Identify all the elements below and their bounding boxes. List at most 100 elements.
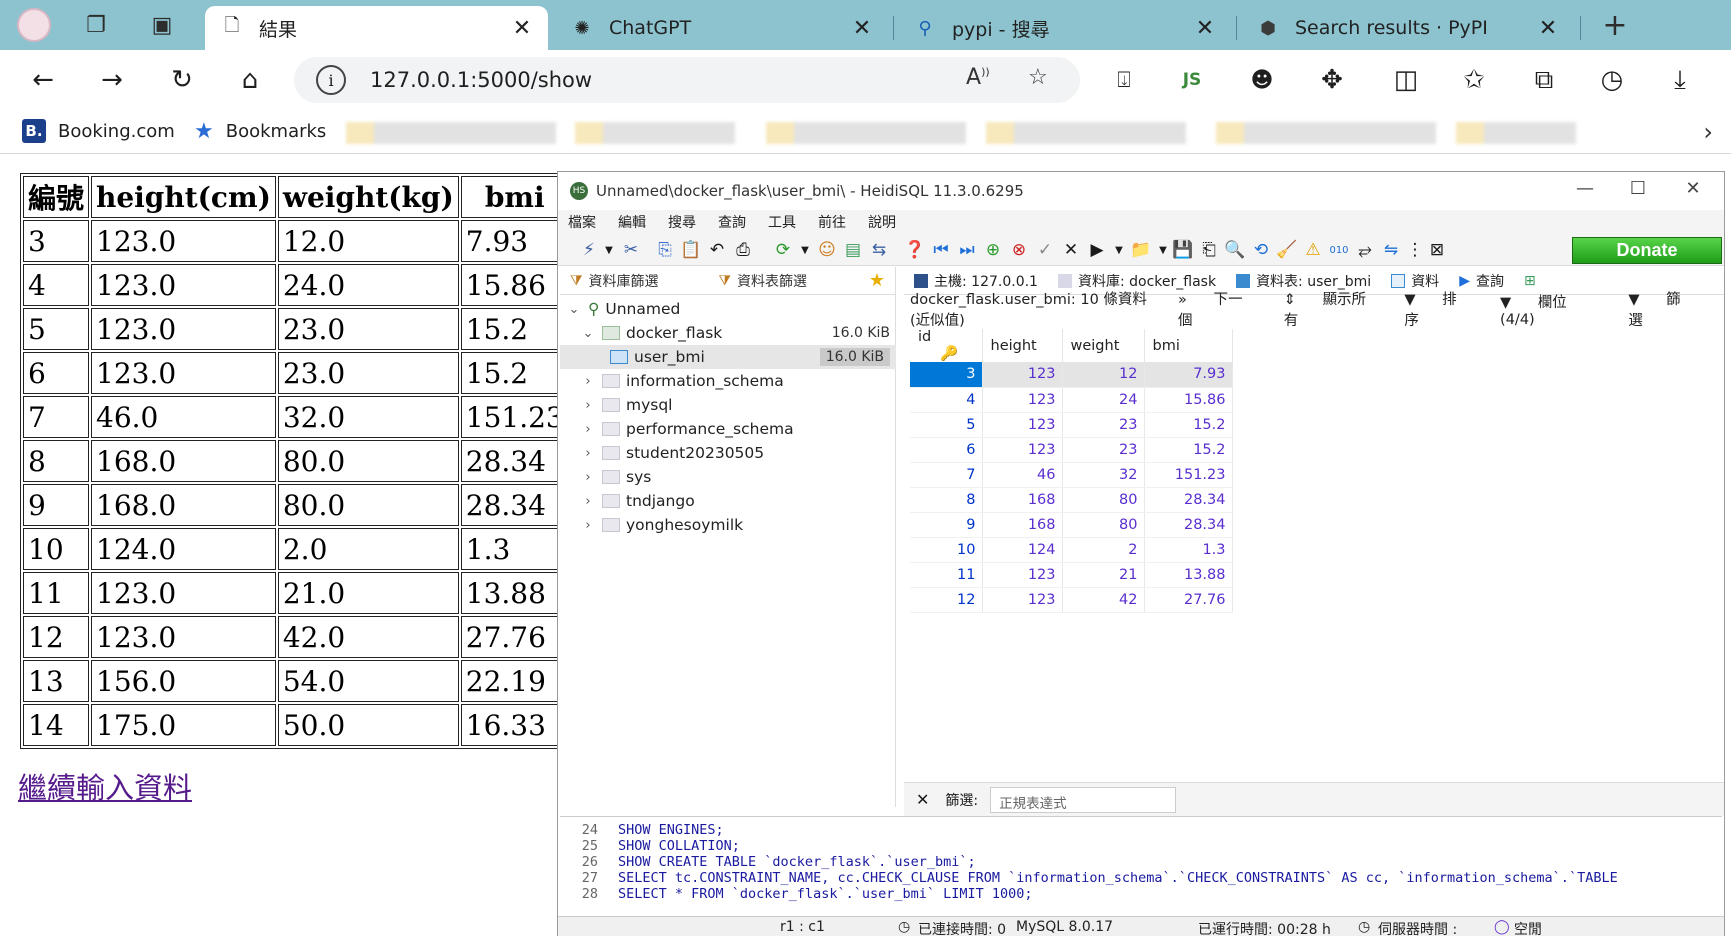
grid-cell[interactable]: 5	[910, 412, 983, 438]
dropdown-icon[interactable]: ▼	[1108, 240, 1130, 260]
grid-cell[interactable]: 9	[910, 512, 983, 538]
grid-row[interactable]: 3 123 12 7.93	[910, 362, 1233, 388]
menu-tools[interactable]: 工具	[768, 212, 796, 232]
grid-cell[interactable]: 11	[910, 562, 983, 588]
undo-icon[interactable]: ↶	[706, 240, 728, 260]
import-icon[interactable]: ▤	[842, 240, 864, 260]
address-bar[interactable]: i 127.0.0.1:5000/show A)) ☆	[294, 57, 1080, 103]
grid-cell[interactable]: 24	[1062, 387, 1145, 413]
grid-cell[interactable]: 123	[982, 387, 1063, 413]
grid-cell[interactable]: 168	[982, 512, 1063, 538]
grid-header-weight[interactable]: weight	[1062, 329, 1145, 362]
grid-row[interactable]: 4 123 24 15.86	[910, 387, 1233, 413]
grid-row[interactable]: 7 46 32 151.23	[910, 462, 1233, 488]
refresh-icon[interactable]: ↻	[160, 58, 204, 102]
sql-log-panel[interactable]: 24 SHOW ENGINES; 25 SHOW COLLATION; 26 SHOW…	[560, 816, 1722, 908]
dropdown-icon[interactable]: ▼	[598, 240, 620, 260]
regex-filter-input[interactable]: 正規表達式	[990, 786, 1177, 813]
grid-cell[interactable]: 12	[910, 587, 983, 613]
bookmark-folder[interactable]: ★ Bookmarks	[194, 119, 326, 144]
replace-icon[interactable]: ⟲	[1250, 240, 1272, 260]
blurred-bookmark[interactable]	[986, 122, 1186, 144]
grid-cell[interactable]: 3	[910, 362, 983, 388]
info-icon[interactable]: i	[316, 65, 346, 95]
print-icon[interactable]: ⎙	[732, 240, 754, 260]
grid-cell[interactable]: 21	[1062, 562, 1145, 588]
grid-cell[interactable]: 4	[910, 387, 983, 413]
split-screen-icon[interactable]: ◫	[1384, 58, 1428, 102]
sync-icon[interactable]: ⇋	[1380, 240, 1402, 260]
forward-icon[interactable]: →	[90, 58, 134, 102]
grid-cell[interactable]: 27.76	[1144, 587, 1233, 613]
donate-button[interactable]: Donate	[1572, 237, 1722, 264]
tree-db-docker-flask[interactable]: ⌄ docker_flask 16.0 KiB	[560, 321, 896, 345]
post-icon[interactable]: ✓	[1034, 240, 1056, 260]
avatar-extension-icon[interactable]: ☻	[1240, 58, 1284, 102]
connect-icon[interactable]: ⚡	[578, 240, 600, 260]
grid-cell[interactable]: 123	[982, 437, 1063, 463]
tree-db-tndjango[interactable]: › tndjango	[560, 489, 896, 513]
new-query-icon[interactable]: ⊞	[1514, 273, 1546, 289]
next-button[interactable]: » 下一個	[1178, 288, 1262, 330]
grid-cell[interactable]: 28.34	[1144, 512, 1233, 538]
close-icon[interactable]: ✕	[1678, 178, 1708, 199]
grid-cell[interactable]: 12	[1062, 362, 1145, 388]
continue-input-link[interactable]: 繼續輸入資料	[18, 765, 192, 807]
grid-header-height[interactable]: height	[982, 329, 1063, 362]
save-icon[interactable]: 💾	[1172, 240, 1194, 260]
menu-query[interactable]: 查詢	[718, 212, 746, 232]
tab-results[interactable]: 🗋 結果 ✕	[205, 6, 548, 50]
close-icon[interactable]: ✕	[1193, 16, 1217, 41]
wrap-icon[interactable]: ⥂	[1354, 240, 1376, 260]
tree-root[interactable]: ⌄ ⚲ Unnamed	[560, 297, 896, 321]
users-icon[interactable]: ☺	[816, 240, 838, 260]
minimize-icon[interactable]: —	[1570, 178, 1600, 199]
chevron-down-icon[interactable]: ⌄	[580, 326, 596, 341]
warning-icon[interactable]: ⚠	[1302, 240, 1324, 260]
maximize-icon[interactable]: ☐	[1623, 178, 1653, 199]
sort-button[interactable]: ▼ 排序	[1404, 288, 1478, 330]
tree-db-yonghesoymilk[interactable]: › yonghesoymilk	[560, 513, 896, 537]
close-icon[interactable]: ✕	[850, 16, 874, 41]
grid-cell[interactable]: 10	[910, 537, 983, 563]
tab-chatgpt[interactable]: ✺ ChatGPT ✕	[555, 6, 888, 50]
grid-cell[interactable]: 28.34	[1144, 487, 1233, 513]
blurred-bookmark[interactable]	[1456, 122, 1576, 144]
history-icon[interactable]: ◷	[1590, 58, 1634, 102]
grid-cell[interactable]: 23	[1062, 412, 1145, 438]
menu-goto[interactable]: 前往	[818, 212, 846, 232]
tab-db-filter[interactable]: ⧩ 資料庫篩選	[560, 271, 669, 291]
transfer-icon[interactable]: ⇆	[868, 240, 890, 260]
columns-button[interactable]: ▼ 欄位 (4/4)	[1500, 291, 1606, 328]
grid-cell[interactable]: 8	[910, 487, 983, 513]
favorite-star-icon[interactable]: ★	[859, 270, 895, 291]
blurred-bookmark[interactable]	[346, 122, 556, 144]
tree-db-mysql[interactable]: › mysql	[560, 393, 896, 417]
grid-row[interactable]: 6 123 23 15.2	[910, 437, 1233, 463]
blurred-bookmark[interactable]	[1216, 122, 1436, 144]
tree-table-user-bmi[interactable]: user_bmi 16.0 KiB	[560, 345, 896, 369]
chevron-down-icon[interactable]: ⌄	[566, 302, 582, 317]
chevron-right-icon[interactable]: ›	[580, 518, 596, 533]
extensions-puzzle-icon[interactable]: ✥	[1310, 58, 1354, 102]
grid-cell[interactable]: 123	[982, 362, 1063, 388]
chevron-right-icon[interactable]: ›	[580, 374, 596, 389]
grid-cell[interactable]: 15.2	[1144, 412, 1233, 438]
grid-header-bmi[interactable]: bmi	[1144, 329, 1233, 362]
tree-db-information-schema[interactable]: › information_schema	[560, 369, 896, 393]
grid-cell[interactable]: 80	[1062, 512, 1145, 538]
tree-db-sys[interactable]: › sys	[560, 465, 896, 489]
find-icon[interactable]: 🔍	[1224, 240, 1246, 260]
grid-cell[interactable]: 1.3	[1144, 537, 1233, 563]
read-aloud-icon[interactable]: A))	[966, 65, 990, 90]
grid-cell[interactable]: 124	[982, 537, 1063, 563]
dropdown-icon[interactable]: ▼	[1152, 240, 1174, 260]
cancel-icon[interactable]: ✕	[1060, 240, 1082, 260]
grid-cell[interactable]: 2	[1062, 537, 1145, 563]
clear-icon[interactable]: 🧹	[1276, 240, 1298, 260]
menu-help[interactable]: 說明	[868, 212, 896, 232]
close-icon[interactable]: ✕	[916, 790, 929, 809]
delete-row-icon[interactable]: ⊗	[1008, 240, 1030, 260]
grid-cell[interactable]: 7.93	[1144, 362, 1233, 388]
grid-cell[interactable]: 123	[982, 412, 1063, 438]
